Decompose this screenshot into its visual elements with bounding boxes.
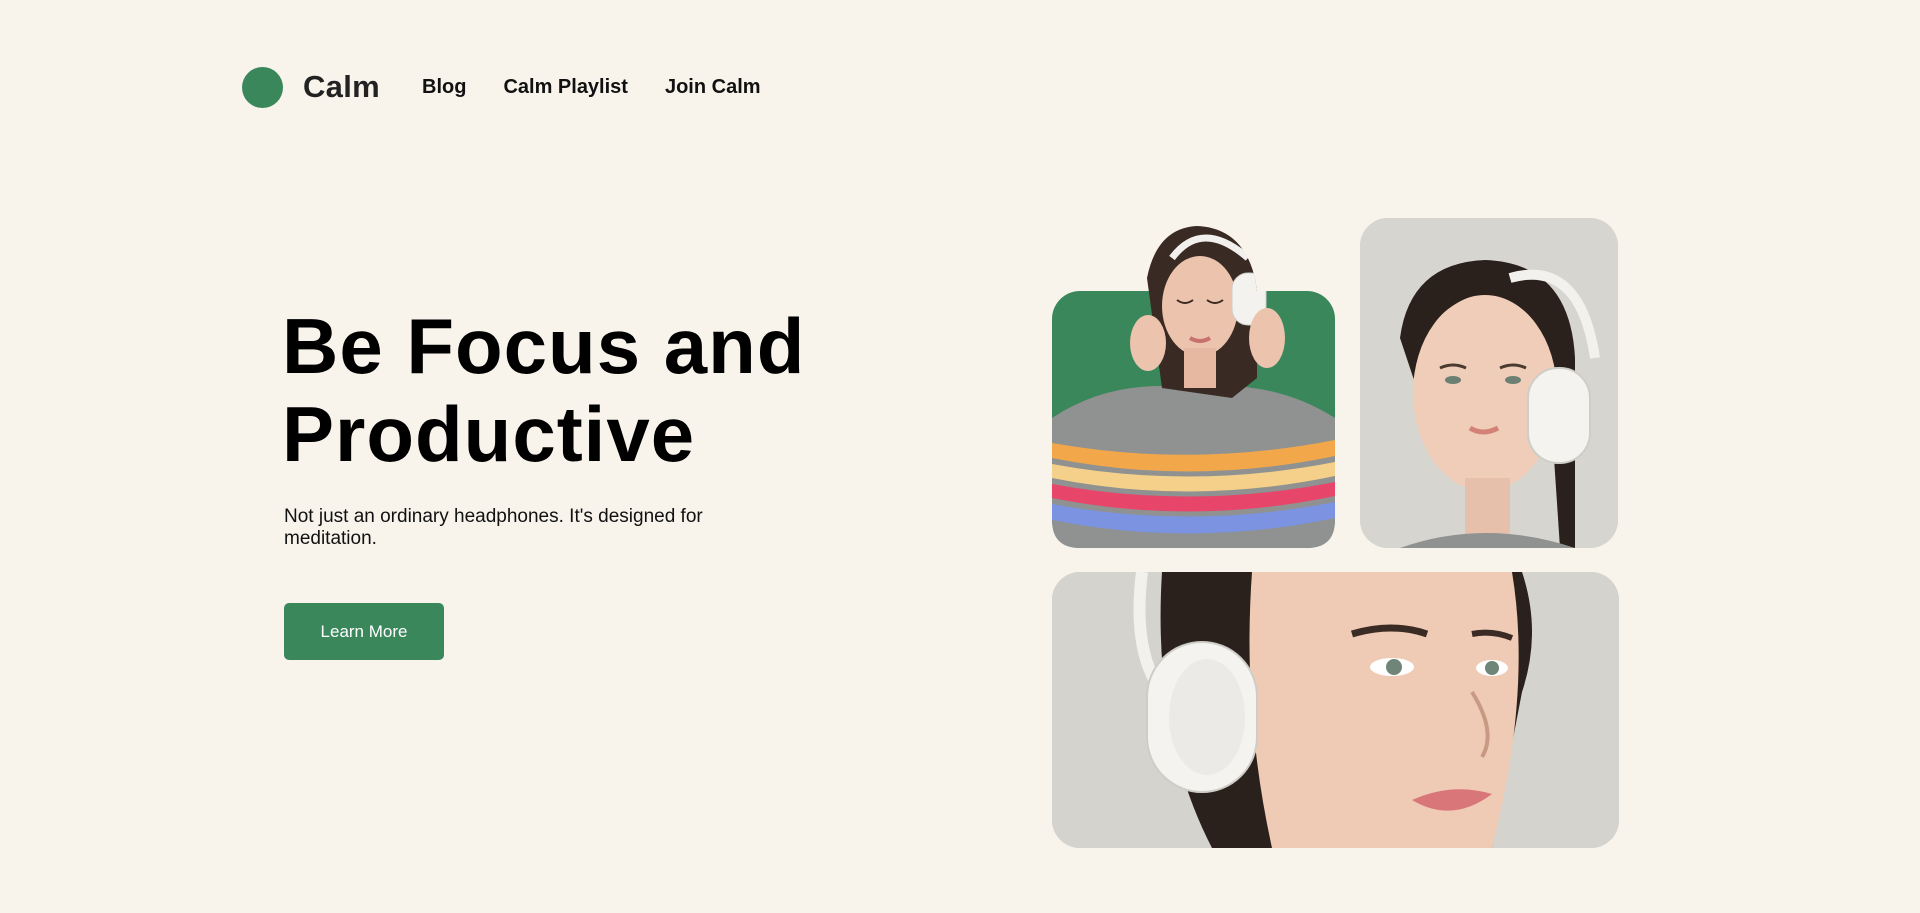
hero-title-line-2: Productive — [282, 390, 696, 478]
hero-title-line-1: Be Focus and — [282, 302, 806, 390]
woman-sweater-headphones-photo — [1052, 226, 1335, 548]
photo-illustration-2 — [1360, 218, 1618, 548]
brand-name[interactable]: Calm — [303, 69, 380, 105]
main-nav: Blog Calm Playlist Join Calm — [422, 76, 761, 99]
photo-illustration-1 — [1052, 226, 1335, 548]
learn-more-button[interactable]: Learn More — [284, 603, 444, 660]
photo-illustration-3 — [1052, 572, 1619, 848]
hero-subtitle: Not just an ordinary headphones. It's de… — [284, 506, 703, 549]
nav-link-join-calm[interactable]: Join Calm — [665, 76, 761, 99]
nav-link-blog[interactable]: Blog — [422, 76, 466, 99]
hero-title: Be Focus and Productive — [282, 302, 842, 478]
woman-closeup-headphones-photo — [1052, 572, 1619, 848]
nav-link-calm-playlist[interactable]: Calm Playlist — [503, 76, 628, 99]
woman-portrait-headphones-photo — [1360, 218, 1618, 548]
site-header: Calm Blog Calm Playlist Join Calm — [242, 66, 761, 108]
logo-icon[interactable] — [242, 66, 283, 108]
